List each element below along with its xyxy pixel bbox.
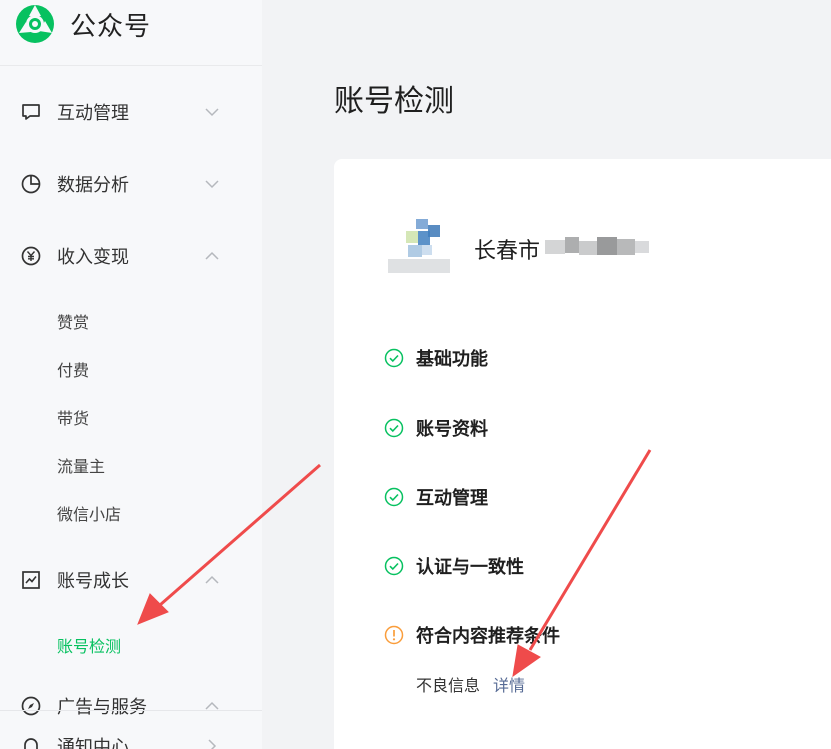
warning-reason: 不良信息 [416, 676, 481, 695]
sidebar-subitem-reward[interactable]: 赞赏 [57, 309, 89, 333]
check-label: 符合内容推荐条件 [416, 626, 560, 647]
sidebar-item-label: 广告与服务 [57, 697, 147, 718]
sidebar-item-monetization[interactable]: 收入变现 [0, 232, 262, 280]
check-circle-icon [384, 556, 404, 576]
check-label: 基础功能 [416, 349, 488, 370]
brand[interactable]: 公众号 [14, 2, 151, 46]
check-label: 认证与一致性 [416, 557, 524, 578]
sidebar-subitem-commerce[interactable]: 带货 [57, 405, 89, 429]
sidebar-item-account-growth[interactable]: 账号成长 [0, 556, 262, 604]
chevron-down-icon [208, 739, 217, 749]
trend-chart-icon [22, 571, 40, 589]
sidebar-subitem-wechat-shop[interactable]: 微信小店 [57, 501, 121, 525]
chevron-up-icon [205, 575, 219, 584]
check-item-verification: 认证与一致性 [384, 554, 524, 578]
wechat-official-logo-icon [16, 5, 54, 43]
sidebar-item-interaction[interactable]: 互动管理 [0, 88, 262, 136]
divider [0, 65, 262, 66]
sidebar-item-label: 数据分析 [57, 175, 129, 196]
check-circle-icon [384, 348, 404, 368]
divider [0, 710, 262, 711]
sidebar-subitem-paid[interactable]: 付费 [57, 357, 89, 381]
check-item-profile: 账号资料 [384, 416, 488, 440]
sidebar-subitem-traffic-host[interactable]: 流量主 [57, 453, 105, 477]
details-link[interactable]: 详情 [493, 672, 525, 696]
compass-icon [21, 696, 41, 716]
sidebar-item-label: 通知中心 [57, 737, 129, 749]
sidebar-subitem-account-check[interactable]: 账号检测 [57, 633, 121, 657]
sidebar-item-label: 互动管理 [57, 103, 129, 124]
sidebar-item-notifications[interactable]: 通知中心 [0, 722, 262, 749]
brand-name: 公众号 [70, 11, 152, 42]
bell-icon [24, 738, 38, 749]
chevron-down-icon [205, 180, 219, 189]
chevron-down-icon [205, 108, 219, 117]
check-item-recommendation: 符合内容推荐条件 [384, 623, 560, 647]
check-label: 账号资料 [416, 419, 488, 440]
check-label: 互动管理 [416, 488, 488, 509]
warning-circle-icon [384, 625, 404, 645]
chevron-up-icon [205, 251, 219, 260]
chat-bubble-icon [22, 104, 40, 120]
check-circle-icon [384, 487, 404, 507]
sidebar: 公众号 互动管理 数据分析 收入变现 赞赏 付费 带货 流量主 微信小店 账号成… [0, 0, 262, 749]
check-circle-icon [384, 418, 404, 438]
page-title: 账号检测 [334, 84, 454, 119]
blurred-account-name [545, 237, 649, 255]
chevron-up-icon [205, 701, 219, 710]
account-name: 长春市 [474, 239, 541, 264]
account-avatar[interactable] [386, 213, 452, 277]
pie-chart-icon [21, 174, 41, 194]
sidebar-item-analytics[interactable]: 数据分析 [0, 160, 262, 208]
yen-circle-icon [21, 246, 41, 266]
check-item-interaction: 互动管理 [384, 485, 488, 509]
check-item-basic: 基础功能 [384, 346, 488, 370]
sidebar-item-label: 账号成长 [57, 571, 129, 592]
sidebar-item-label: 收入变现 [57, 247, 129, 268]
